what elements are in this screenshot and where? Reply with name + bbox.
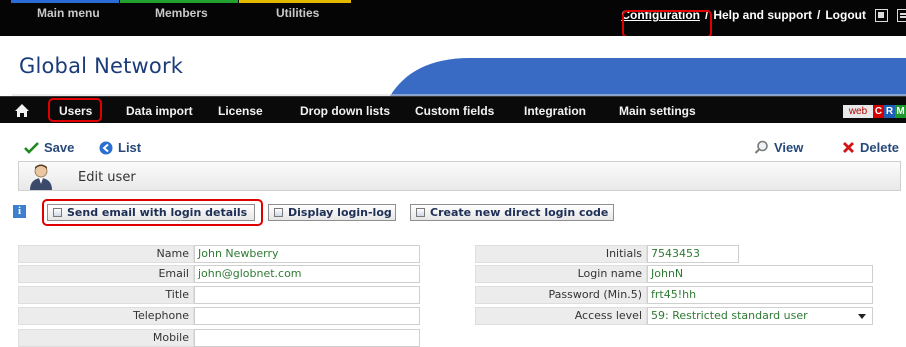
stripe-members	[120, 0, 238, 3]
access-level-label: Access level	[475, 307, 647, 325]
web-crm-badge: web C R M	[843, 105, 906, 118]
name-label: Name	[18, 245, 194, 263]
top-menu-utilities[interactable]: Utilities	[276, 6, 319, 22]
nav-custom-fields[interactable]: Custom fields	[415, 104, 494, 118]
view-label: View	[774, 140, 804, 155]
home-icon[interactable]	[14, 103, 30, 118]
password-field[interactable]: frt45!hh	[647, 286, 873, 304]
name-field[interactable]: John Newberry	[194, 245, 420, 263]
chevron-down-icon[interactable]	[858, 314, 866, 319]
module-nav: Users Data import License Drop down list…	[0, 96, 906, 123]
window-icon[interactable]	[875, 8, 888, 22]
stripe-utilities	[239, 0, 351, 3]
mobile-field[interactable]	[194, 329, 420, 347]
back-arrow-icon	[99, 141, 113, 154]
list-button[interactable]: List	[99, 140, 141, 155]
highlight-configuration	[622, 10, 712, 38]
stripe-main-menu	[11, 0, 119, 3]
title-label: Title	[18, 286, 194, 304]
delete-label: Delete	[860, 140, 900, 155]
delete-x-icon	[843, 142, 854, 153]
display-login-log-label: Display login-log	[288, 206, 392, 219]
logout-link[interactable]: Logout	[825, 8, 866, 22]
badge-r: R	[884, 105, 895, 118]
separator: /	[817, 8, 821, 22]
list-label: List	[118, 140, 142, 155]
email-label: Email	[18, 265, 194, 283]
access-level-value: 59: Restricted standard user	[651, 309, 808, 322]
create-login-code-button[interactable]: Create new direct login code	[410, 204, 614, 221]
button-square-icon	[274, 208, 283, 217]
title-field[interactable]	[194, 286, 420, 304]
top-menu-main-menu[interactable]: Main menu	[37, 6, 100, 22]
email-field[interactable]: john@globnet.com	[194, 265, 420, 283]
create-login-code-label: Create new direct login code	[430, 206, 609, 219]
nav-integration[interactable]: Integration	[524, 104, 586, 118]
magnifier-icon	[754, 140, 768, 154]
login-name-label: Login name	[475, 265, 647, 283]
checkmark-icon	[24, 141, 39, 154]
initials-label: Initials	[475, 245, 647, 263]
save-label: Save	[44, 140, 75, 155]
telephone-label: Telephone	[18, 307, 194, 325]
save-button[interactable]: Save	[24, 140, 74, 155]
access-level-select[interactable]: 59: Restricted standard user	[647, 307, 873, 325]
info-icon[interactable]: i	[13, 205, 26, 218]
display-login-log-button[interactable]: Display login-log	[268, 204, 396, 221]
nav-data-import[interactable]: Data import	[126, 104, 193, 118]
badge-c: C	[873, 105, 884, 118]
edit-user-panel: Edit user	[18, 161, 901, 191]
top-menu-members[interactable]: Members	[155, 6, 208, 22]
user-avatar-icon	[30, 164, 52, 190]
button-square-icon	[416, 208, 425, 217]
list-window-icon[interactable]	[897, 8, 906, 22]
login-name-field[interactable]: JohnN	[647, 265, 873, 283]
highlight-users	[48, 98, 102, 122]
badge-m: M	[895, 105, 906, 118]
nav-drop-down-lists[interactable]: Drop down lists	[300, 104, 390, 118]
password-label: Password (Min.5)	[475, 286, 647, 304]
mobile-label: Mobile	[18, 329, 194, 347]
nav-main-settings[interactable]: Main settings	[619, 104, 696, 118]
telephone-field[interactable]	[194, 307, 420, 325]
highlight-send-email	[42, 199, 263, 226]
delete-button[interactable]: Delete	[842, 140, 899, 155]
view-button[interactable]: View	[754, 140, 803, 155]
nav-license[interactable]: License	[218, 104, 263, 118]
help-and-support-link[interactable]: Help and support	[713, 8, 812, 22]
brand-title: Global Network	[19, 54, 184, 78]
edit-user-title: Edit user	[78, 170, 136, 185]
badge-web: web	[843, 105, 873, 118]
initials-field[interactable]: 7543453	[647, 245, 739, 263]
top-menu-bar: Main menu Members Utilities Configuratio…	[0, 0, 906, 36]
